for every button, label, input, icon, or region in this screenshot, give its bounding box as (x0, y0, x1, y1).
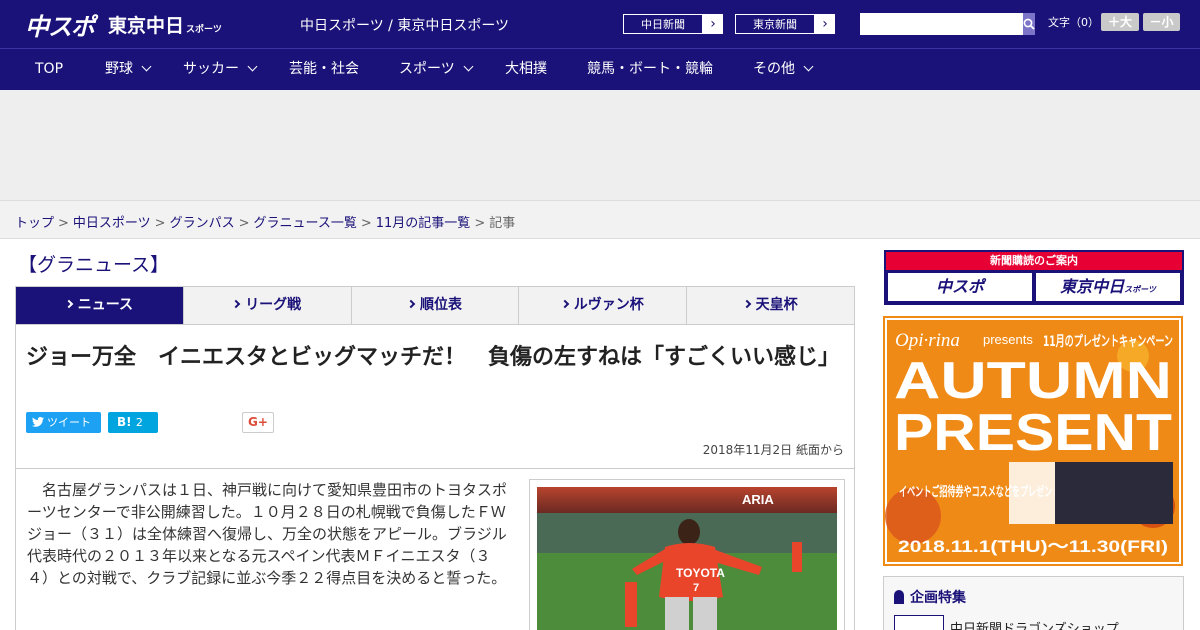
article-body: 名古屋グランパスは１日、神戸戦に向けて愛知県豊田市のトヨタスポーツセンターで非公… (15, 469, 855, 630)
font-larger-button[interactable]: ＋大 (1101, 13, 1139, 31)
breadcrumb-current: 記事 (489, 216, 516, 231)
google-plus-button[interactable]: G+ (242, 412, 274, 433)
logo-chuspo: 中スポ (25, 12, 95, 41)
nav-top[interactable]: TOP (35, 49, 63, 90)
svg-text:Opi·rina: Opi·rina (895, 330, 960, 351)
breadcrumb: トップ > 中日スポーツ > グランパス > グラニュース一覧 >11月の記事一覧 > 記事 (0, 200, 1200, 239)
paper-button-label: 東京新聞 (735, 14, 815, 34)
font-smaller-button[interactable]: －小 (1143, 13, 1180, 31)
chevron-down-icon (463, 61, 474, 72)
breadcrumb-link[interactable]: 11月の記事一覧 (376, 216, 471, 231)
main-nav: TOP 野球 サッカー 芸能・社会 スポーツ 大相撲 競馬・ボート・競輪 その他 (0, 48, 1200, 90)
chevron-right-icon: › (710, 16, 716, 32)
article-text: 名古屋グランパスは１日、神戸戦に向けて愛知県豊田市のトヨタスポーツセンターで非公… (27, 481, 508, 587)
site-logo[interactable]: 中スポ 東京中日 スポーツ (25, 7, 222, 41)
search-box (860, 13, 1035, 35)
tab-league[interactable]: リーグ戦 (184, 287, 352, 324)
subscription-box: 新聞購読のご案内 中スポ 東京中日スポーツ (884, 250, 1184, 305)
nav-racing[interactable]: 競馬・ボート・競輪 (587, 49, 713, 90)
autumn-present-banner[interactable]: Opi·rina presents 11月のプレゼントキャンペーン AUTUMN… (883, 316, 1183, 566)
nav-other[interactable]: その他 (753, 49, 814, 90)
svg-text:TOYOTA: TOYOTA (676, 566, 725, 580)
tab-emperors-cup[interactable]: 天皇杯 (687, 287, 854, 324)
feature-title: 企画特集 (894, 587, 966, 607)
twitter-icon (32, 417, 44, 427)
feature-link[interactable]: 中日新聞ドラゴンズショップ (950, 618, 1119, 630)
hatena-count: 2 (135, 416, 143, 429)
chevron-right-icon: › (822, 16, 828, 32)
article-photo[interactable]: ARIA TOYOTA 7 (529, 479, 845, 630)
article-header: ジョー万全 イニエスタとビッグマッチだ！ 負傷の左すねは「すごくいい感じ」 ツイ… (15, 324, 855, 469)
breadcrumb-link[interactable]: トップ (15, 216, 54, 231)
svg-text:7: 7 (693, 582, 699, 594)
svg-text:2018.11.1(THU)～11.30(FRI): 2018.11.1(THU)～11.30(FRI) (898, 537, 1168, 556)
nav-sports[interactable]: スポーツ (399, 49, 474, 90)
subscription-heading: 新聞購読のご案内 (886, 252, 1182, 270)
section-tabs: ニュース リーグ戦 順位表 ルヴァン杯 天皇杯 (15, 286, 855, 325)
chunichi-shimbun-button[interactable]: 中日新聞 › (622, 13, 724, 35)
feature-thumbnail[interactable] (894, 615, 944, 630)
chevron-right-icon (560, 299, 570, 309)
chevron-right-icon (406, 299, 416, 309)
section-title: 【グラニュース】 (18, 254, 170, 276)
nav-baseball[interactable]: 野球 (105, 49, 152, 90)
feature-box: 企画特集 中日新聞ドラゴンズショップ (883, 576, 1184, 630)
svg-text:PRESENT: PRESENT (894, 404, 1172, 462)
tab-standings[interactable]: 順位表 (352, 287, 520, 324)
svg-text:ARIA: ARIA (742, 492, 774, 507)
search-icon (1023, 18, 1035, 30)
logo-tokyo-chunichi: 東京中日 スポーツ (108, 14, 222, 37)
breadcrumb-link[interactable]: グラニュース一覧 (254, 216, 357, 231)
chevron-down-icon (141, 61, 152, 72)
font-size-label: 文字（0） (1048, 16, 1099, 29)
nav-sumo[interactable]: 大相撲 (505, 49, 547, 90)
nav-soccer[interactable]: サッカー (183, 49, 258, 90)
svg-text:11月のプレゼントキャンペーン: 11月のプレゼントキャンペーン (1043, 333, 1173, 350)
chevron-right-icon (231, 299, 241, 309)
chevron-down-icon (803, 61, 814, 72)
article-headline: ジョー万全 イニエスタとビッグマッチだ！ 負傷の左すねは「すごくいい感じ」 (26, 345, 841, 370)
top-header-bar: 中スポ 東京中日 スポーツ 中日スポーツ / 東京中日スポーツ 中日新聞 › 東京… (0, 0, 1200, 48)
svg-text:presents: presents (983, 332, 1033, 347)
svg-text:AUTUMN: AUTUMN (894, 352, 1172, 410)
site-title: 中日スポーツ / 東京中日スポーツ (300, 18, 510, 34)
tweet-button[interactable]: ツイート (26, 412, 101, 433)
subscribe-tokyo-chunichi-button[interactable]: 東京中日スポーツ (1036, 273, 1180, 301)
chevron-right-icon (64, 299, 73, 309)
search-button[interactable] (1023, 13, 1035, 35)
ad-space (0, 90, 1200, 200)
soccer-player-image: ARIA TOYOTA 7 (537, 487, 837, 630)
tab-levain-cup[interactable]: ルヴァン杯 (519, 287, 688, 324)
tokyo-shimbun-button[interactable]: 東京新聞 › (734, 13, 836, 35)
article-date: 2018年11月2日 紙面から (702, 443, 844, 457)
breadcrumb-link[interactable]: グランパス (170, 216, 235, 231)
breadcrumb-link[interactable]: 中日スポーツ (73, 216, 151, 231)
chevron-right-icon (742, 299, 751, 309)
paper-button-label: 中日新聞 (623, 14, 703, 34)
chevron-down-icon (247, 61, 258, 72)
ribbon-icon (894, 590, 904, 604)
nav-entertainment[interactable]: 芸能・社会 (289, 49, 359, 90)
subscribe-chuspo-button[interactable]: 中スポ (888, 273, 1032, 301)
search-input[interactable] (860, 13, 1023, 35)
hatena-bookmark-button[interactable]: B! 2 (108, 412, 158, 433)
tab-news[interactable]: ニュース (16, 287, 184, 324)
